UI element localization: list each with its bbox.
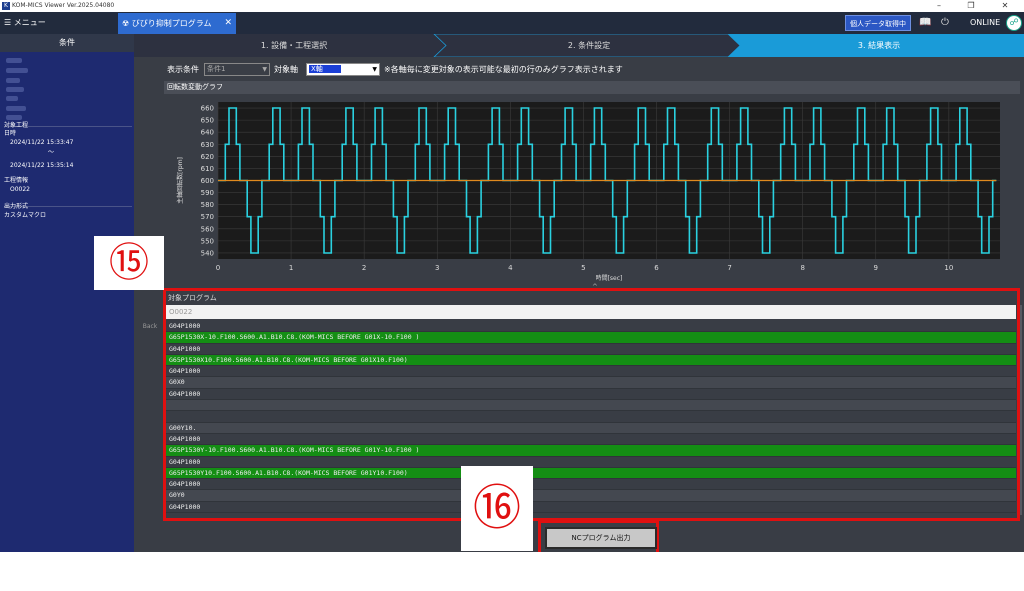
online-status-icon[interactable]: ☍ bbox=[1006, 15, 1022, 31]
y-tick-label: 580 bbox=[201, 201, 214, 209]
x-tick-label: 3 bbox=[435, 264, 439, 272]
y-tick-label: 550 bbox=[201, 237, 214, 245]
blurred-text bbox=[6, 96, 18, 101]
blurred-text bbox=[6, 68, 28, 73]
rpm-chart: 5405505605705805906006106206306406506600… bbox=[166, 96, 1002, 284]
x-axis-label: 時間[sec] bbox=[596, 274, 623, 282]
step-1[interactable]: 1. 設備・工程選択 bbox=[164, 34, 424, 57]
chevron-down-icon: ▼ bbox=[372, 66, 377, 73]
menu-button[interactable]: ☰ メニュー bbox=[0, 12, 118, 34]
start-time: 2024/11/22 15:33:47 bbox=[10, 139, 74, 146]
sidebar: 条件 対象工程 日時 2024/11/22 15:33:47 〜 2024/11… bbox=[0, 34, 134, 552]
bottom-area bbox=[0, 552, 1024, 591]
minimize-icon[interactable]: – bbox=[924, 0, 954, 12]
window-title: KOM-MICS Viewer Ver.2025.04080 bbox=[12, 2, 115, 9]
program-number: O0022 bbox=[10, 186, 30, 193]
power-icon[interactable]: ⏻ bbox=[939, 16, 951, 30]
chevron-down-icon: ▼ bbox=[262, 66, 267, 73]
personal-data-button[interactable]: 個人データ取得中 bbox=[845, 15, 911, 31]
title-bar: K KOM-MICS Viewer Ver.2025.04080 – ❐ ✕ bbox=[0, 0, 1024, 12]
nc-program-output-button[interactable]: NCプログラム出力 bbox=[545, 527, 657, 549]
x-tick-label: 6 bbox=[654, 264, 659, 272]
top-bar: ☰ メニュー ☢ びびり抑制プログラム ✕ 個人データ取得中 📖 ⏻ ONLIN… bbox=[0, 12, 1024, 34]
step-3[interactable]: 3. 結果表示 bbox=[744, 34, 1014, 57]
y-axis-label: 主軸回転数[rpm] bbox=[176, 157, 184, 204]
output-format-label: 出力形式 bbox=[4, 203, 29, 210]
y-tick-label: 640 bbox=[201, 129, 214, 137]
tab-chatter-program[interactable]: ☢ びびり抑制プログラム ✕ bbox=[118, 13, 236, 34]
app-window: K KOM-MICS Viewer Ver.2025.04080 – ❐ ✕ ☰… bbox=[0, 0, 1024, 591]
y-tick-label: 630 bbox=[201, 141, 214, 149]
target-axis-label: 対象軸 bbox=[274, 65, 298, 74]
x-tick-label: 1 bbox=[289, 264, 293, 272]
blurred-text bbox=[6, 115, 22, 120]
end-time: 2024/11/22 15:35:14 bbox=[10, 162, 74, 169]
condition-select[interactable]: 条件1 ▼ bbox=[204, 63, 270, 76]
callout-badge-16: ⑯ bbox=[461, 466, 533, 551]
blurred-text bbox=[6, 78, 20, 83]
condition-select-value: 条件1 bbox=[207, 65, 226, 73]
tab-close-icon[interactable]: ✕ bbox=[224, 13, 232, 34]
y-tick-label: 570 bbox=[201, 213, 214, 221]
y-tick-label: 560 bbox=[201, 225, 214, 233]
y-tick-label: 590 bbox=[201, 189, 214, 197]
tilde: 〜 bbox=[48, 149, 55, 156]
x-tick-label: 2 bbox=[362, 264, 366, 272]
sidebar-header: 条件 bbox=[0, 34, 134, 52]
step-2[interactable]: 2. 条件設定 bbox=[454, 34, 724, 57]
process-info-label: 工程情報 bbox=[4, 177, 29, 184]
x-tick-label: 8 bbox=[800, 264, 804, 272]
condition-bar: 表示条件 条件1 ▼ 対象軸 X軸 ▼ ※各軸毎に変更対象の表示可能な最初の行の… bbox=[164, 63, 1020, 77]
x-tick-label: 9 bbox=[874, 264, 878, 272]
y-tick-label: 600 bbox=[201, 177, 214, 185]
book-icon[interactable]: 📖 bbox=[919, 16, 931, 30]
axis-select[interactable]: X軸 ▼ bbox=[306, 63, 380, 76]
app-logo-icon: K bbox=[2, 2, 10, 10]
graph-title: 回転数変動グラフ bbox=[164, 81, 1020, 94]
blurred-text bbox=[6, 106, 26, 111]
restore-icon[interactable]: ❐ bbox=[956, 0, 986, 12]
x-tick-label: 7 bbox=[727, 264, 731, 272]
condition-note: ※各軸毎に変更対象の表示可能な最初の行のみグラフ表示されます bbox=[384, 65, 623, 74]
blurred-text bbox=[6, 58, 22, 63]
display-condition-label: 表示条件 bbox=[167, 65, 199, 74]
y-tick-label: 540 bbox=[201, 249, 214, 257]
x-tick-label: 10 bbox=[944, 264, 953, 272]
x-tick-label: 0 bbox=[216, 264, 220, 272]
callout-box-15 bbox=[163, 288, 1020, 521]
axis-select-value: X軸 bbox=[309, 65, 341, 73]
tab-label: ☢ びびり抑制プログラム bbox=[122, 19, 212, 28]
target-process-label: 対象工程 bbox=[4, 122, 29, 129]
blurred-text bbox=[6, 87, 24, 92]
y-tick-label: 620 bbox=[201, 153, 214, 161]
output-format-value: カスタムマクロ bbox=[4, 212, 47, 219]
y-tick-label: 650 bbox=[201, 117, 214, 125]
callout-badge-15: ⑮ bbox=[94, 236, 164, 290]
close-window-icon[interactable]: ✕ bbox=[990, 0, 1020, 12]
x-tick-label: 4 bbox=[508, 264, 513, 272]
x-tick-label: 5 bbox=[581, 264, 585, 272]
back-button[interactable]: Back bbox=[138, 321, 162, 333]
y-tick-label: 610 bbox=[201, 165, 214, 173]
online-status: ONLINE bbox=[970, 18, 1001, 27]
datetime-label: 日時 bbox=[4, 130, 17, 137]
y-tick-label: 660 bbox=[201, 105, 214, 113]
